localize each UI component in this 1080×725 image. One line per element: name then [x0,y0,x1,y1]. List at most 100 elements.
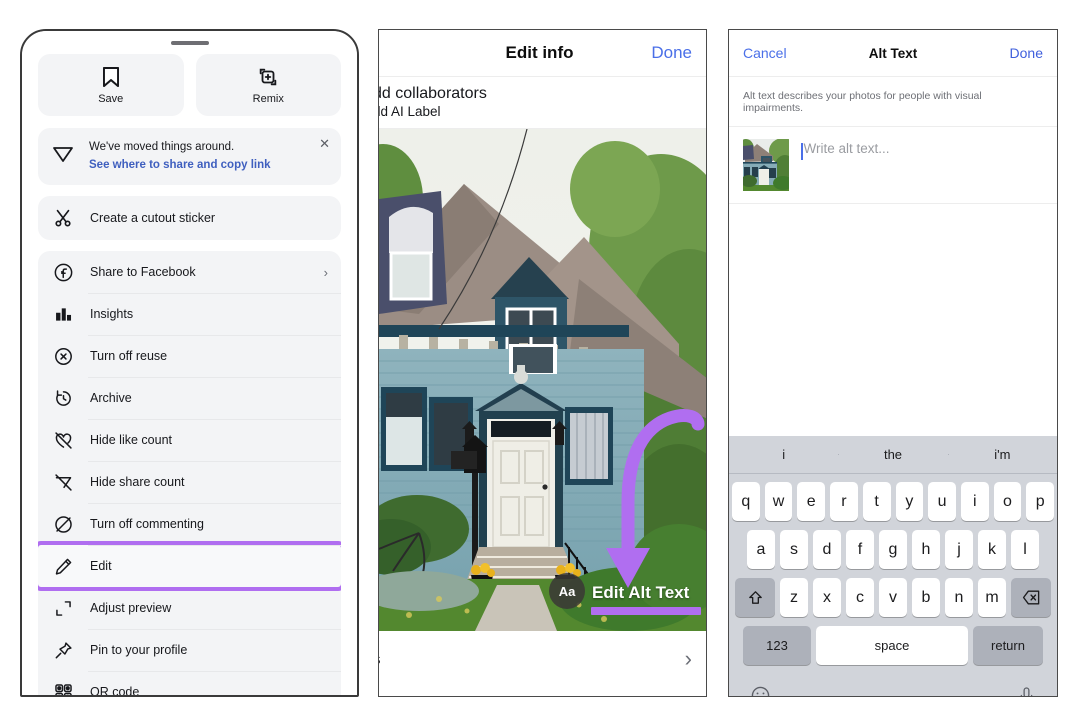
key-z[interactable]: z [780,578,808,617]
keyboard-suggestion-bar: i the i'm [729,436,1057,474]
key-w[interactable]: w [764,482,793,521]
key-l[interactable]: l [1011,530,1039,569]
chevron-right-icon: › [323,264,328,280]
menu-item-label: Insights [90,307,134,322]
space-key[interactable]: space [816,626,968,665]
alt-text-header: Cancel Alt Text Done [729,30,1057,77]
key-o[interactable]: o [993,482,1022,521]
key-r[interactable]: r [830,482,858,521]
edit-info-bottom-row[interactable]: s › [379,631,706,687]
remix-button[interactable]: Remix [195,54,341,116]
key-b[interactable]: b [912,578,940,617]
remix-icon [257,66,279,88]
keyboard-row-4: 123 space return [732,626,1054,665]
notice-line-1: We've moved things around. [89,141,235,153]
menu-item-hide-like-count[interactable]: Hide like count [38,419,341,461]
alt-text-placeholder: Write alt text... [803,141,890,156]
key-q[interactable]: q [731,482,760,521]
key-h[interactable]: h [912,530,940,569]
moved-things-notice[interactable]: We've moved things around. See where to … [38,128,341,186]
alt-text-field[interactable]: Write alt text... [801,139,890,191]
photo-thumbnail[interactable] [743,139,789,191]
edit-alt-text-label[interactable]: Edit Alt Text [592,583,689,603]
remix-label: Remix [252,92,284,105]
send-slash-icon [51,470,75,494]
menu-item-label: Hide share count [90,475,185,490]
menu-item-insights[interactable]: Insights [38,293,341,335]
key-k[interactable]: k [978,530,1006,569]
menu-item-archive[interactable]: Archive [38,377,341,419]
key-u[interactable]: u [928,482,956,521]
return-key[interactable]: return [973,626,1043,665]
paper-plane-icon [51,142,75,171]
annotation-underline [591,607,701,615]
backspace-icon[interactable] [1011,578,1051,617]
microphone-icon[interactable] [1017,685,1036,696]
menu-item-label: Archive [90,391,132,406]
circle-x-icon [51,344,75,368]
suggestion-1[interactable]: i [729,447,838,462]
alt-text-input-row[interactable]: Write alt text... [729,127,1057,204]
key-e[interactable]: e [797,482,826,521]
key-p[interactable]: p [1026,482,1055,521]
close-icon[interactable]: ✕ [319,137,330,150]
key-a[interactable]: a [747,530,775,569]
keyboard-row-1: qwertyuiop [731,482,1055,521]
key-m[interactable]: m [978,578,1006,617]
done-button[interactable]: Done [651,43,692,63]
menu-item-turn-off-commenting[interactable]: Turn off commenting [38,503,341,545]
menu-item-adjust-preview[interactable]: Adjust preview [38,587,341,629]
key-i[interactable]: i [960,482,989,521]
menu-item-label: Adjust preview [90,601,172,616]
add-collaborators-row[interactable]: dd collaborators [379,85,706,103]
alt-text-panel: Cancel Alt Text Done Alt text describes … [728,29,1058,697]
annotation-arrow-icon [606,409,705,588]
create-cutout-sticker-label: Create a cutout sticker [90,211,216,226]
key-t[interactable]: t [862,482,891,521]
create-cutout-sticker-row[interactable]: Create a cutout sticker [38,196,341,240]
page-title: Alt Text [868,45,918,61]
key-g[interactable]: g [879,530,907,569]
alt-text-aa-badge[interactable]: Aa [549,573,585,609]
cutout-sticker-card: Create a cutout sticker [38,196,341,241]
key-v[interactable]: v [879,578,907,617]
key-f[interactable]: f [846,530,874,569]
suggestion-2[interactable]: the [838,447,947,462]
menu-item-turn-off-reuse[interactable]: Turn off reuse [38,335,341,377]
suggestion-3[interactable]: i'm [947,447,1057,462]
numbers-key[interactable]: 123 [743,626,811,665]
notice-line-2-link[interactable]: See where to share and copy link [89,158,271,174]
key-s[interactable]: s [780,530,808,569]
menu-item-qr-code[interactable]: QR code [38,671,341,695]
menu-item-pin-to-your-profile[interactable]: Pin to your profile [38,629,341,671]
text-caret [801,143,803,160]
add-ai-label-row[interactable]: dd AI Label [379,104,706,119]
edit-info-header: Edit info Done [379,30,706,77]
menu-item-label: Turn off commenting [90,517,204,532]
menu-item-label: Turn off reuse [90,349,168,364]
crop-corners-icon [51,596,75,620]
post-photo[interactable]: Aa Edit Alt Text [379,129,706,631]
qr-code-icon [51,680,75,695]
page-title: Edit info [505,43,574,62]
done-button[interactable]: Done [1010,45,1043,61]
menu-item-edit[interactable]: Edit [38,541,341,592]
key-x[interactable]: x [813,578,841,617]
bookmark-icon [101,66,121,88]
key-d[interactable]: d [813,530,841,569]
alt-text-description: Alt text describes your photos for peopl… [729,77,1057,127]
on-screen-keyboard: i the i'm qwertyuiop asdfghjkl zxcvbnm 1… [729,436,1057,696]
key-c[interactable]: c [846,578,874,617]
key-n[interactable]: n [945,578,973,617]
save-button[interactable]: Save [38,54,184,116]
shift-up-arrow-icon[interactable] [735,578,775,617]
key-j[interactable]: j [945,530,973,569]
emoji-smiley-icon[interactable] [750,685,771,696]
share-sheet-menu-card: Share to Facebook › Insights Turn off reuse… [38,251,341,695]
menu-item-share-to-facebook[interactable]: Share to Facebook › [38,251,341,293]
key-y[interactable]: y [895,482,924,521]
menu-item-hide-share-count[interactable]: Hide share count [38,461,341,503]
insights-bar-chart-icon [51,302,75,326]
menu-item-label: QR code [90,685,140,695]
quick-actions-row: Save Remix [22,45,357,116]
